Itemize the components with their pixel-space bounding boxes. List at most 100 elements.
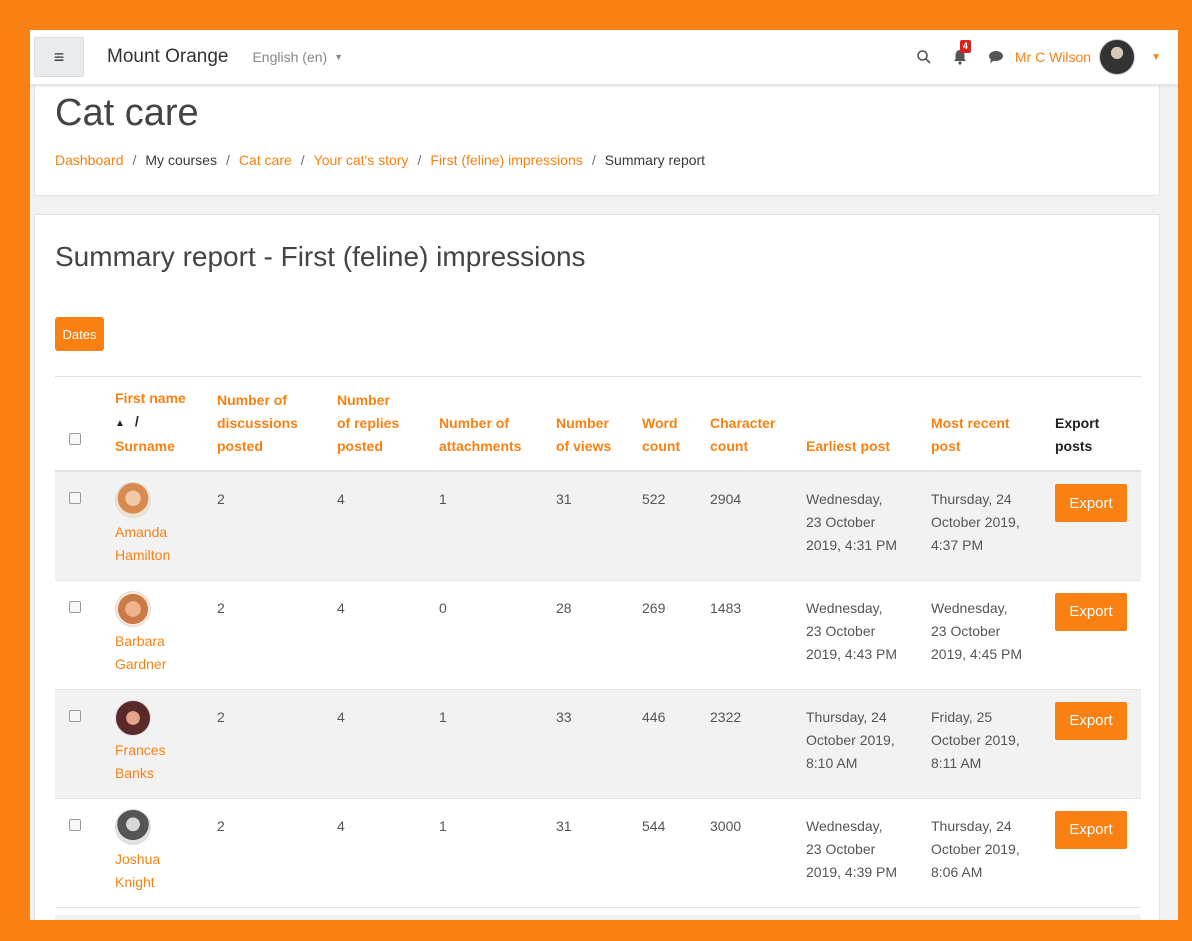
user-last-name-link[interactable]: Gardner (115, 653, 217, 676)
avatar[interactable] (115, 482, 151, 518)
row-checkbox[interactable] (69, 818, 81, 831)
page-header: Cat care Dashboard / My courses / Cat ca… (34, 86, 1160, 196)
attachments-cell: 1 (439, 471, 556, 581)
browser-frame: ≡ Mount Orange English (en) ▼ 4 Mr C Wil… (30, 30, 1178, 920)
chat-icon[interactable] (985, 46, 1007, 68)
export-button[interactable]: Export (1055, 810, 1127, 849)
column-views[interactable]: Number of views (556, 377, 642, 472)
chevron-down-icon: ▼ (334, 52, 344, 62)
breadcrumb: Dashboard / My courses / Cat care / Your… (55, 152, 705, 168)
discussions-cell: 2 (217, 580, 337, 690)
word-count-cell: 544 (642, 798, 710, 908)
earliest-post-cell: Wednesday, 23 October 2019, 4:43 PM (806, 580, 931, 690)
attachments-cell: 1 (439, 689, 556, 799)
views-cell: 28 (556, 580, 642, 690)
replies-cell: 4 (337, 580, 439, 690)
export-button[interactable]: Export (1055, 701, 1127, 740)
select-all-checkbox[interactable] (69, 433, 81, 445)
user-last-name-link[interactable]: Banks (115, 762, 217, 785)
avatar[interactable] (1099, 39, 1136, 75)
row-checkbox[interactable] (69, 709, 81, 722)
row-checkbox[interactable] (69, 492, 81, 504)
avatar[interactable] (115, 699, 151, 736)
sort-surname[interactable]: Surname (115, 438, 175, 454)
replies-cell: 4 (337, 689, 439, 799)
column-earliest-post[interactable]: Earliest post (806, 377, 931, 472)
earliest-post-cell: Thursday, 24 October 2019, 8:10 AM (806, 689, 931, 799)
breadcrumb-current: Summary report (604, 152, 706, 168)
hamburger-icon[interactable]: ≡ (34, 37, 84, 77)
sort-up-icon: ▲ (115, 418, 125, 429)
summary-table: First name ▲ / Surname Number of discussio… (55, 377, 1141, 908)
user-first-name-link[interactable]: Joshua (115, 848, 217, 871)
table-continuation (55, 915, 1141, 920)
attachments-cell: 1 (439, 798, 556, 908)
row-checkbox[interactable] (69, 600, 81, 613)
breadcrumb-separator: / (225, 152, 230, 168)
table-row: Frances Banks 2 4 1 33 446 2322 Thursday… (55, 689, 1141, 799)
table-row: Joshua Knight 2 4 1 31 544 3000 Wednesda… (55, 798, 1141, 908)
table-row: Amanda Hamilton 2 4 1 31 522 2904 Wednes… (55, 471, 1141, 581)
search-icon[interactable] (913, 46, 935, 68)
report-title: Summary report - First (feline) impressi… (55, 241, 586, 272)
avatar[interactable] (115, 590, 151, 627)
replies-cell: 4 (337, 471, 439, 581)
recent-post-cell: Friday, 25 October 2019, 8:11 AM (931, 689, 1055, 799)
views-cell: 33 (556, 689, 642, 799)
breadcrumb-my-courses: My courses (145, 152, 217, 168)
character-count-cell: 3000 (710, 798, 806, 908)
summary-table-wrapper: First name ▲ / Surname Number of discussio… (55, 376, 1141, 908)
breadcrumb-cat-care[interactable]: Cat care (239, 152, 292, 168)
column-replies[interactable]: Number of replies posted (337, 377, 439, 472)
user-last-name-link[interactable]: Knight (115, 871, 217, 894)
breadcrumb-separator: / (132, 152, 137, 168)
discussions-cell: 2 (217, 471, 337, 581)
table-row: Barbara Gardner 2 4 0 28 269 1483 Wednes… (55, 580, 1141, 690)
views-cell: 31 (556, 471, 642, 581)
column-attachments[interactable]: Number of attachments (439, 377, 556, 472)
earliest-post-cell: Wednesday, 23 October 2019, 4:31 PM (806, 471, 931, 581)
language-selector[interactable]: English (en) ▼ (252, 49, 343, 65)
avatar[interactable] (115, 808, 151, 845)
breadcrumb-separator: / (591, 152, 596, 168)
word-count-cell: 269 (642, 580, 710, 690)
character-count-cell: 2904 (710, 471, 806, 581)
user-first-name-link[interactable]: Amanda (115, 521, 217, 544)
column-name: First name ▲ / Surname (115, 377, 217, 472)
attachments-cell: 0 (439, 580, 556, 690)
word-count-cell: 522 (642, 471, 710, 581)
recent-post-cell: Thursday, 24 October 2019, 8:06 AM (931, 798, 1055, 908)
user-menu-name[interactable]: Mr C Wilson (1015, 49, 1091, 65)
replies-cell: 4 (337, 798, 439, 908)
character-count-cell: 2322 (710, 689, 806, 799)
recent-post-cell: Wednesday, 23 October 2019, 4:45 PM (931, 580, 1055, 690)
word-count-cell: 446 (642, 689, 710, 799)
earliest-post-cell: Wednesday, 23 October 2019, 4:39 PM (806, 798, 931, 908)
column-most-recent-post[interactable]: Most recent post (931, 377, 1055, 472)
column-word-count[interactable]: Word count (642, 377, 710, 472)
user-first-name-link[interactable]: Frances (115, 739, 217, 762)
page-title: Cat care (55, 92, 199, 134)
breadcrumb-discussion[interactable]: First (feline) impressions (430, 152, 582, 168)
column-discussions[interactable]: Number of discussions posted (217, 377, 337, 472)
export-button[interactable]: Export (1055, 592, 1127, 631)
breadcrumb-forum[interactable]: Your cat's story (314, 152, 409, 168)
export-button[interactable]: Export (1055, 484, 1127, 522)
breadcrumb-dashboard[interactable]: Dashboard (55, 152, 124, 168)
table-header-row: First name ▲ / Surname Number of discussio… (55, 377, 1141, 472)
user-first-name-link[interactable]: Barbara (115, 630, 217, 653)
breadcrumb-separator: / (417, 152, 422, 168)
select-all-cell (55, 377, 115, 472)
user-last-name-link[interactable]: Hamilton (115, 544, 217, 567)
chevron-down-icon[interactable]: ▼ (1151, 52, 1161, 63)
sort-first-name[interactable]: First name (115, 390, 186, 406)
top-navbar: ≡ Mount Orange English (en) ▼ 4 Mr C Wil… (30, 30, 1178, 85)
notification-badge: 4 (959, 40, 971, 53)
recent-post-cell: Thursday, 24 October 2019, 4:37 PM (931, 471, 1055, 581)
dates-button[interactable]: Dates (55, 317, 104, 351)
site-name[interactable]: Mount Orange (107, 46, 228, 68)
discussions-cell: 2 (217, 689, 337, 799)
bell-icon[interactable]: 4 (949, 40, 971, 68)
column-character-count[interactable]: Character count (710, 377, 806, 472)
sort-separator: / (134, 413, 139, 429)
